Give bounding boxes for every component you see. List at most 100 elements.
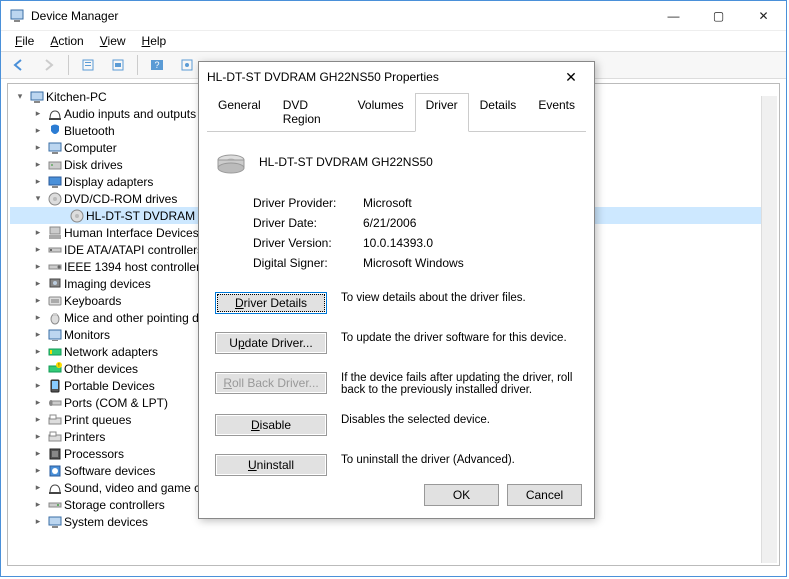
tree-root-label: Kitchen-PC xyxy=(46,90,107,104)
device-category-icon xyxy=(46,242,64,258)
menu-view[interactable]: View xyxy=(94,32,132,50)
expand-icon[interactable]: ▸ xyxy=(30,278,46,289)
title-bar: Device Manager — ▢ ✕ xyxy=(1,1,786,31)
expand-icon[interactable]: ▸ xyxy=(30,363,46,374)
scrollbar-vertical[interactable] xyxy=(761,96,777,563)
uninstall-button[interactable]: Uninstall xyxy=(215,454,327,476)
device-category-icon xyxy=(68,208,86,224)
version-value: 10.0.14393.0 xyxy=(363,236,433,250)
tree-item-label: Other devices xyxy=(64,362,138,376)
tree-item-label: Computer xyxy=(64,141,117,155)
expand-icon[interactable]: ▸ xyxy=(30,159,46,170)
tree-item-label: IDE ATA/ATAPI controllers xyxy=(64,243,203,257)
ok-button[interactable]: OK xyxy=(424,484,499,506)
expand-icon[interactable]: ▸ xyxy=(30,244,46,255)
expand-icon[interactable]: ▸ xyxy=(30,448,46,459)
tree-item-label: DVD/CD-ROM drives xyxy=(64,192,177,206)
expand-icon[interactable]: ▸ xyxy=(30,397,46,408)
menu-help[interactable]: Help xyxy=(136,32,173,50)
driver-details-button[interactable]: Driver Details xyxy=(215,292,327,314)
expand-icon[interactable]: ▸ xyxy=(30,108,46,119)
signer-value: Microsoft Windows xyxy=(363,256,464,270)
expand-icon[interactable]: ▸ xyxy=(30,295,46,306)
expand-icon[interactable]: ▸ xyxy=(30,499,46,510)
device-category-icon xyxy=(46,378,64,394)
tab-driver[interactable]: Driver xyxy=(415,93,469,132)
disable-button[interactable]: Disable xyxy=(215,414,327,436)
tree-item-label: Disk drives xyxy=(64,158,123,172)
dialog-tabs: General DVD Region Volumes Driver Detail… xyxy=(207,92,586,132)
expand-icon[interactable]: ▸ xyxy=(30,176,46,187)
expand-icon[interactable]: ▸ xyxy=(30,142,46,153)
properties-dialog: HL-DT-ST DVDRAM GH22NS50 Properties ✕ Ge… xyxy=(198,61,595,519)
tab-dvd-region[interactable]: DVD Region xyxy=(272,93,347,132)
device-category-icon xyxy=(46,174,64,190)
expand-icon[interactable]: ▸ xyxy=(30,482,46,493)
tree-item-label: System devices xyxy=(64,515,148,529)
tree-item-label: Human Interface Devices xyxy=(64,226,199,240)
expand-icon[interactable]: ▸ xyxy=(30,380,46,391)
expand-icon[interactable]: ▾ xyxy=(30,193,46,204)
back-button[interactable] xyxy=(5,54,33,76)
computer-icon xyxy=(28,89,46,105)
signer-label: Digital Signer: xyxy=(253,256,363,270)
tree-item-label: Software devices xyxy=(64,464,155,478)
tab-events[interactable]: Events xyxy=(527,93,586,132)
close-button[interactable]: ✕ xyxy=(741,1,786,30)
device-category-icon xyxy=(46,225,64,241)
expand-icon[interactable]: ▸ xyxy=(30,125,46,136)
tab-details[interactable]: Details xyxy=(469,93,528,132)
minimize-button[interactable]: — xyxy=(651,1,696,30)
window-title: Device Manager xyxy=(31,9,651,23)
dialog-close-button[interactable]: ✕ xyxy=(556,62,586,92)
menu-action[interactable]: Action xyxy=(44,32,89,50)
expand-icon[interactable]: ▸ xyxy=(30,329,46,340)
device-category-icon xyxy=(46,514,64,530)
date-value: 6/21/2006 xyxy=(363,216,416,230)
menu-file[interactable]: File xyxy=(9,32,40,50)
tree-item-label: Processors xyxy=(64,447,124,461)
tree-item-label: Printers xyxy=(64,430,105,444)
device-category-icon xyxy=(46,191,64,207)
device-category-icon xyxy=(46,293,64,309)
expand-icon[interactable]: ▸ xyxy=(30,261,46,272)
action-button[interactable] xyxy=(104,54,132,76)
expand-icon[interactable]: ▸ xyxy=(30,227,46,238)
svg-text:?: ? xyxy=(154,60,159,70)
cancel-button[interactable]: Cancel xyxy=(507,484,582,506)
expand-icon[interactable]: ▸ xyxy=(30,346,46,357)
help-button[interactable]: ? xyxy=(143,54,171,76)
device-category-icon xyxy=(46,140,64,156)
expand-icon[interactable]: ▸ xyxy=(30,431,46,442)
update-driver-button[interactable]: Update Driver... xyxy=(215,332,327,354)
device-category-icon xyxy=(46,106,64,122)
expand-icon[interactable]: ▸ xyxy=(30,312,46,323)
properties-button[interactable] xyxy=(74,54,102,76)
device-category-icon xyxy=(46,429,64,445)
expand-icon[interactable]: ▸ xyxy=(30,414,46,425)
tree-item-label: IEEE 1394 host controllers xyxy=(64,260,206,274)
dialog-title-bar: HL-DT-ST DVDRAM GH22NS50 Properties ✕ xyxy=(199,62,594,92)
disc-drive-icon xyxy=(215,146,247,178)
forward-button[interactable] xyxy=(35,54,63,76)
scan-button[interactable] xyxy=(173,54,201,76)
roll-back-driver-button: Roll Back Driver... xyxy=(215,372,327,394)
device-manager-window: Device Manager — ▢ ✕ File Action View He… xyxy=(0,0,787,577)
expand-icon[interactable]: ▸ xyxy=(30,516,46,527)
provider-value: Microsoft xyxy=(363,196,412,210)
device-category-icon xyxy=(46,446,64,462)
expand-icon[interactable]: ▸ xyxy=(30,465,46,476)
tree-item-label: Monitors xyxy=(64,328,110,342)
device-category-icon xyxy=(46,157,64,173)
tree-item-label: Keyboards xyxy=(64,294,121,308)
device-category-icon xyxy=(46,123,64,139)
expand-icon[interactable]: ▾ xyxy=(12,91,28,102)
version-label: Driver Version: xyxy=(253,236,363,250)
disable-desc: Disables the selected device. xyxy=(341,414,578,426)
tab-general[interactable]: General xyxy=(207,93,272,132)
menu-bar: File Action View Help xyxy=(1,31,786,51)
tab-volumes[interactable]: Volumes xyxy=(347,93,415,132)
maximize-button[interactable]: ▢ xyxy=(696,1,741,30)
tree-item-label: Ports (COM & LPT) xyxy=(64,396,168,410)
tree-item-label: Print queues xyxy=(64,413,131,427)
